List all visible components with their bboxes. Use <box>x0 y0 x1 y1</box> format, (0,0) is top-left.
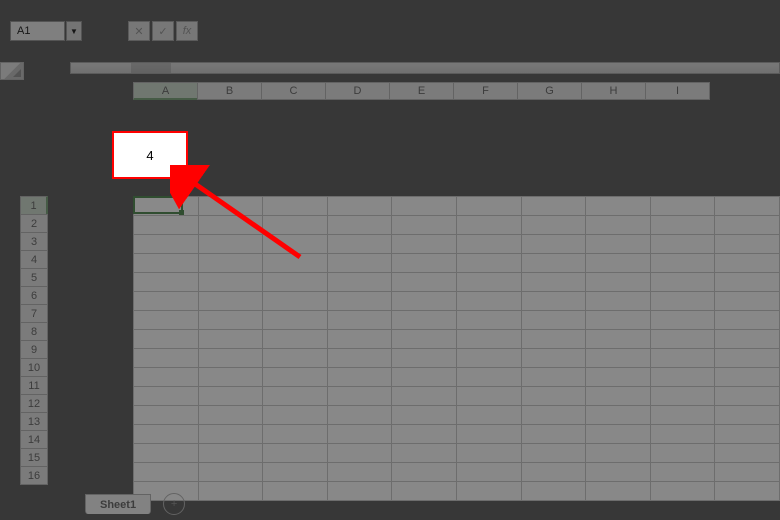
col-header-d[interactable]: D <box>325 82 390 100</box>
row-header-16[interactable]: 16 <box>20 466 48 485</box>
row-header-4[interactable]: 4 <box>20 250 48 269</box>
callout-box: 4 <box>112 131 188 179</box>
fx-confirm-button[interactable]: ✓ <box>152 21 174 41</box>
row-header-5[interactable]: 5 <box>20 268 48 287</box>
row-header-9[interactable]: 9 <box>20 340 48 359</box>
row-header-8[interactable]: 8 <box>20 322 48 341</box>
active-cell-a1[interactable] <box>133 196 183 214</box>
name-box-dropdown[interactable]: ▼ <box>66 21 82 41</box>
sheet-tabs: Sheet1 + <box>85 493 185 515</box>
row-header-1[interactable]: 1 <box>20 196 48 215</box>
fx-insert-button[interactable]: fx <box>176 21 198 41</box>
select-all-corner[interactable] <box>0 62 24 80</box>
col-header-c[interactable]: C <box>261 82 326 100</box>
row-headers: 1 2 3 4 5 6 7 8 9 10 11 12 13 14 15 16 <box>20 196 48 484</box>
col-header-h[interactable]: H <box>581 82 646 100</box>
row-header-10[interactable]: 10 <box>20 358 48 377</box>
col-header-i[interactable]: I <box>645 82 710 100</box>
row-header-7[interactable]: 7 <box>20 304 48 323</box>
column-headers: A B C D E F G H I <box>133 82 709 100</box>
add-sheet-button[interactable]: + <box>163 493 185 515</box>
row-header-11[interactable]: 11 <box>20 376 48 395</box>
row-header-12[interactable]: 12 <box>20 394 48 413</box>
horizontal-ruler <box>70 62 780 74</box>
col-header-b[interactable]: B <box>197 82 262 100</box>
col-header-e[interactable]: E <box>389 82 454 100</box>
name-box[interactable]: A1 <box>10 21 65 41</box>
sheet-tab-active[interactable]: Sheet1 <box>85 494 151 514</box>
fx-cancel-button[interactable]: ✕ <box>128 21 150 41</box>
spreadsheet-grid[interactable] <box>133 196 780 501</box>
row-header-13[interactable]: 13 <box>20 412 48 431</box>
row-header-14[interactable]: 14 <box>20 430 48 449</box>
col-header-f[interactable]: F <box>453 82 518 100</box>
row-header-3[interactable]: 3 <box>20 232 48 251</box>
row-header-6[interactable]: 6 <box>20 286 48 305</box>
col-header-a[interactable]: A <box>133 82 198 100</box>
col-header-g[interactable]: G <box>517 82 582 100</box>
row-header-2[interactable]: 2 <box>20 214 48 233</box>
row-header-15[interactable]: 15 <box>20 448 48 467</box>
